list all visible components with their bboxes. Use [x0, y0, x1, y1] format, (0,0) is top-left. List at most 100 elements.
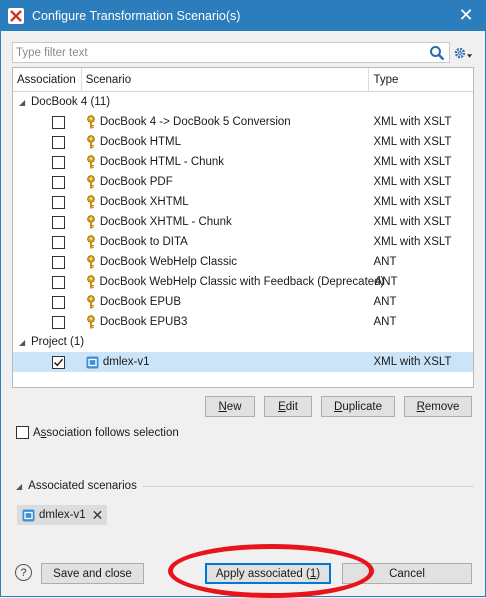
association-cell [13, 215, 82, 229]
table-header: Association Scenario Type [13, 68, 473, 92]
associated-scenarios-label: Associated scenarios [28, 480, 137, 492]
table-row[interactable]: DocBook WebHelp Classic with Feedback (D… [13, 272, 473, 292]
association-checkbox[interactable] [52, 135, 65, 149]
scenario-type: ANT [373, 256, 397, 268]
scenario-name: DocBook 4 -> DocBook 5 Conversion [99, 116, 291, 128]
key-icon [85, 255, 100, 269]
section-divider [142, 485, 474, 487]
association-checkbox[interactable] [52, 215, 65, 229]
key-icon [85, 235, 100, 249]
table-row[interactable]: DocBook HTML XML with XSLT [13, 132, 473, 152]
association-checkbox[interactable] [52, 255, 65, 269]
column-header-scenario[interactable]: Scenario [82, 68, 370, 92]
group-label: DocBook 4 (11) [31, 96, 111, 108]
edit-button[interactable]: Edit [264, 396, 312, 417]
scenario-name: DocBook XHTML [99, 196, 189, 208]
scenario-name: DocBook WebHelp Classic [99, 256, 238, 268]
scenario-cell: DocBook HTML - Chunk [82, 155, 370, 169]
table-group-row[interactable]: ◢ DocBook 4 (11) [13, 92, 473, 112]
table-group-row[interactable]: ◢ Project (1) [13, 332, 473, 352]
association-checkbox[interactable] [52, 275, 65, 289]
scenario-cell: DocBook WebHelp Classic with Feedback (D… [82, 275, 384, 289]
key-icon [85, 215, 100, 229]
scenario-type: ANT [374, 276, 398, 288]
help-button[interactable]: ? [15, 564, 32, 581]
chip-label: dmlex-v1 [39, 509, 86, 521]
association-follows-selection-option[interactable]: Association follows selection [16, 426, 179, 439]
scenario-cell: DocBook WebHelp Classic [82, 255, 370, 269]
association-follows-selection-checkbox[interactable] [16, 426, 29, 439]
scenario-cell: DocBook to DITA [82, 235, 370, 249]
scenario-type: ANT [373, 296, 397, 308]
save-and-close-button[interactable]: Save and close [41, 563, 144, 584]
table-row[interactable]: DocBook PDF XML with XSLT [13, 172, 473, 192]
filter-input[interactable] [13, 45, 423, 60]
association-cell [13, 315, 82, 329]
scenario-cell: dmlex-v1 [82, 356, 370, 369]
scenario-name: dmlex-v1 [102, 356, 150, 368]
association-checkbox[interactable] [52, 295, 65, 309]
expand-triangle-icon[interactable]: ◢ [19, 98, 31, 107]
scenario-name: DocBook HTML - Chunk [99, 156, 225, 168]
settings-menu-button[interactable] [454, 44, 472, 62]
table-row[interactable]: DocBook to DITA XML with XSLT [13, 232, 473, 252]
association-cell [13, 255, 82, 269]
table-row[interactable]: DocBook HTML - Chunk XML with XSLT [13, 152, 473, 172]
table-body: ◢ DocBook 4 (11) DocBook 4 -> DocBook 5 Co… [13, 92, 473, 372]
scenario-cell: DocBook XHTML - Chunk [82, 215, 370, 229]
checkmark-icon [53, 358, 64, 366]
scenario-cell: DocBook 4 -> DocBook 5 Conversion [82, 115, 370, 129]
collapse-triangle-icon[interactable]: ◢ [16, 482, 22, 491]
association-cell [13, 295, 82, 309]
scenario-cell: DocBook HTML [82, 135, 370, 149]
key-icon [85, 195, 100, 209]
search-icon[interactable] [429, 45, 445, 61]
chevron-down-icon [466, 54, 472, 58]
scenario-icon [22, 509, 35, 521]
gear-icon [454, 47, 466, 59]
association-cell [13, 155, 82, 169]
cancel-button[interactable]: Cancel [342, 563, 472, 584]
remove-chip-icon[interactable]: ✕ [92, 508, 104, 522]
association-checkbox[interactable] [52, 115, 65, 129]
close-icon: ✕ [458, 5, 474, 25]
new-button[interactable]: New [205, 396, 255, 417]
scenario-type: XML with XSLT [373, 116, 452, 128]
expand-triangle-icon[interactable]: ◢ [19, 338, 31, 347]
association-checkbox[interactable] [52, 235, 65, 249]
duplicate-button[interactable]: Duplicate [321, 396, 395, 417]
association-checkbox[interactable] [52, 155, 65, 169]
table-row[interactable]: DocBook WebHelp Classic ANT [13, 252, 473, 272]
apply-associated-button[interactable]: Apply associated (1) [205, 563, 331, 584]
association-checkbox[interactable] [52, 175, 65, 189]
scenario-type: XML with XSLT [373, 216, 452, 228]
association-cell [13, 175, 82, 189]
key-icon [85, 315, 100, 329]
association-checkbox[interactable] [52, 355, 65, 369]
table-row[interactable]: DocBook EPUB3 ANT [13, 312, 473, 332]
scenario-type: XML with XSLT [373, 196, 452, 208]
association-checkbox[interactable] [52, 195, 65, 209]
column-header-association[interactable]: Association [13, 68, 82, 92]
scenario-type: XML with XSLT [373, 176, 452, 188]
table-row[interactable]: DocBook XHTML - Chunk XML with XSLT [13, 212, 473, 232]
table-row[interactable]: dmlex-v1 XML with XSLT [13, 352, 473, 372]
key-icon [85, 135, 100, 149]
scenario-type: XML with XSLT [373, 136, 452, 148]
column-header-type[interactable]: Type [369, 68, 473, 92]
window-title: Configure Transformation Scenario(s) [32, 8, 241, 23]
scenario-type: ANT [373, 316, 397, 328]
close-button[interactable]: ✕ [446, 0, 486, 31]
remove-button[interactable]: Remove [404, 396, 472, 417]
association-checkbox[interactable] [52, 315, 65, 329]
table-row[interactable]: DocBook EPUB ANT [13, 292, 473, 312]
scenario-cell: DocBook PDF [82, 175, 370, 189]
group-label: Project (1) [31, 336, 85, 348]
scenario-cell: DocBook XHTML [82, 195, 370, 209]
table-row[interactable]: DocBook 4 -> DocBook 5 Conversion XML wit… [13, 112, 473, 132]
association-cell [13, 135, 82, 149]
key-icon [85, 115, 100, 129]
table-row[interactable]: DocBook XHTML XML with XSLT [13, 192, 473, 212]
scenario-table: Association Scenario Type ◢ DocBook 4 (11… [12, 67, 474, 388]
filter-box [12, 42, 450, 63]
